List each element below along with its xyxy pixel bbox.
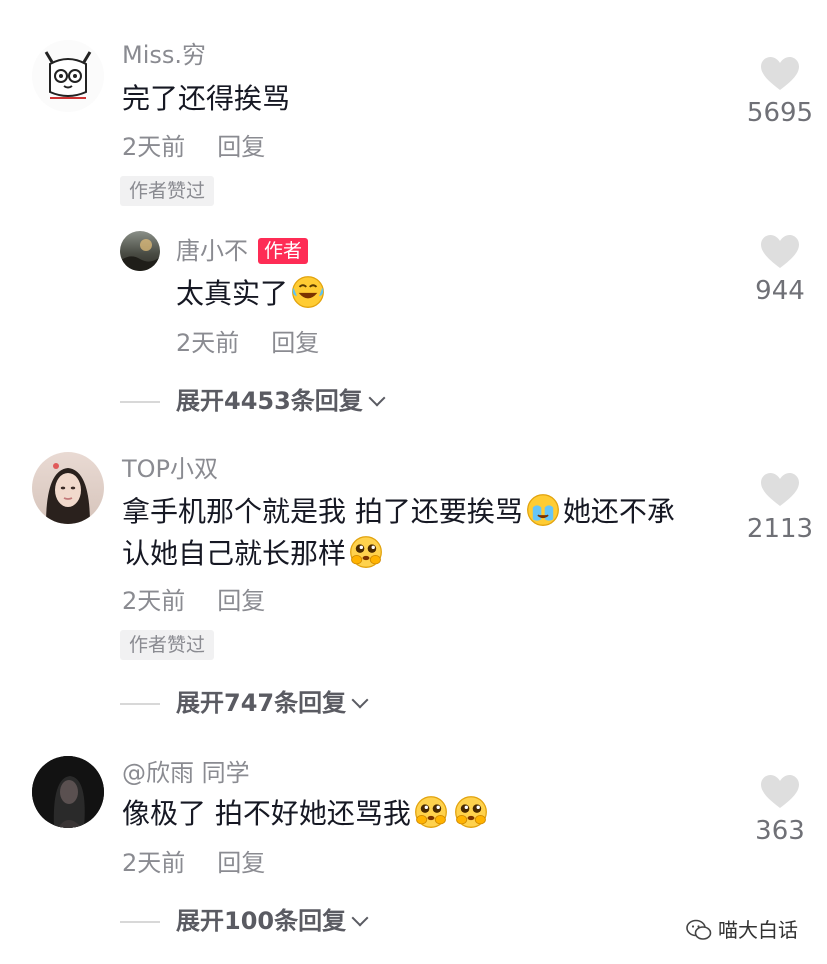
comment-text: 像极了 拍不好她还骂我 bbox=[122, 797, 411, 830]
like-button[interactable]: 5695 bbox=[735, 56, 825, 128]
avatar[interactable] bbox=[32, 452, 104, 524]
laughing-crying-emoji-icon bbox=[291, 275, 325, 309]
comment-text-line: 拿手机那个就是我 拍了还要挨骂 她还不承 bbox=[122, 490, 675, 534]
author-liked-badge: 作者赞过 bbox=[120, 630, 215, 660]
chevron-down-icon bbox=[351, 691, 369, 709]
chevron-down-icon bbox=[351, 909, 369, 927]
pleading-emoji-icon bbox=[454, 795, 488, 829]
avatar[interactable] bbox=[120, 231, 160, 271]
photo-avatar-icon bbox=[46, 463, 90, 524]
like-button[interactable]: 363 bbox=[735, 774, 825, 846]
comment-text: 认她自己就长那样 bbox=[122, 537, 347, 570]
pleading-emoji-icon bbox=[414, 795, 448, 829]
divider bbox=[120, 401, 160, 403]
author-liked-badge: 作者赞过 bbox=[120, 176, 215, 206]
reply-username-row: 唐小不 作者 bbox=[176, 236, 309, 266]
crying-emoji-icon bbox=[526, 493, 560, 527]
watermark-text: 喵大白话 bbox=[718, 918, 798, 942]
photo-avatar-icon bbox=[32, 756, 104, 828]
divider bbox=[120, 921, 160, 923]
wechat-icon bbox=[686, 919, 712, 940]
watermark: 喵大白话 bbox=[686, 914, 798, 943]
like-button[interactable]: 944 bbox=[735, 234, 825, 306]
divider bbox=[120, 703, 160, 705]
chevron-down-icon bbox=[368, 389, 386, 407]
reply-button[interactable]: 回复 bbox=[217, 586, 265, 616]
like-count: 363 bbox=[755, 816, 805, 846]
like-button[interactable]: 2113 bbox=[735, 472, 825, 544]
reply-button[interactable]: 回复 bbox=[271, 328, 319, 358]
comment-text-line: 像极了 拍不好她还骂我 bbox=[122, 792, 491, 836]
avatar[interactable] bbox=[32, 40, 104, 112]
heart-icon[interactable] bbox=[760, 472, 800, 508]
comment-username[interactable]: @欣雨 同学 bbox=[122, 758, 250, 788]
heart-icon[interactable] bbox=[760, 774, 800, 810]
heart-icon[interactable] bbox=[760, 234, 800, 270]
comment-username[interactable]: TOP小双 bbox=[122, 454, 218, 484]
comment-meta: 2天前 回复 bbox=[122, 848, 265, 878]
reply-text-row: 太真实了 bbox=[176, 272, 328, 316]
comment-meta: 2天前 回复 bbox=[122, 132, 265, 162]
comment-username[interactable]: Miss.穷 bbox=[122, 40, 206, 70]
expand-replies-label: 展开747条回复 bbox=[176, 689, 347, 717]
reply-meta: 2天前 回复 bbox=[176, 328, 319, 358]
expand-replies-button[interactable]: 展开100条回复 bbox=[120, 906, 369, 936]
heart-icon[interactable] bbox=[760, 56, 800, 92]
pleading-emoji-icon bbox=[349, 535, 383, 569]
expand-replies-label: 展开100条回复 bbox=[176, 907, 347, 935]
reply-button[interactable]: 回复 bbox=[217, 848, 265, 878]
comment-meta: 2天前 回复 bbox=[122, 586, 265, 616]
expand-replies-button[interactable]: 展开747条回复 bbox=[120, 688, 369, 718]
comment-time: 2天前 bbox=[122, 133, 186, 161]
comment-text: 她还不承 bbox=[562, 495, 675, 528]
like-count: 2113 bbox=[746, 514, 814, 544]
comment-text: 完了还得挨骂 bbox=[122, 82, 291, 115]
reply-text: 太真实了 bbox=[176, 277, 289, 310]
comment-time: 2天前 bbox=[122, 849, 186, 877]
expand-replies-label: 展开4453条回复 bbox=[176, 387, 363, 415]
reply-username[interactable]: 唐小不 bbox=[176, 237, 248, 265]
reply-button[interactable]: 回复 bbox=[217, 132, 265, 162]
comment-time: 2天前 bbox=[122, 587, 186, 615]
photo-avatar-icon bbox=[120, 239, 160, 271]
author-badge: 作者 bbox=[258, 238, 309, 264]
like-count: 944 bbox=[755, 276, 805, 306]
comment-text: 拿手机那个就是我 拍了还要挨骂 bbox=[122, 495, 523, 528]
avatar[interactable] bbox=[32, 756, 104, 828]
cartoon-avatar-icon bbox=[32, 40, 104, 112]
reply-time: 2天前 bbox=[176, 329, 240, 357]
like-count: 5695 bbox=[746, 98, 814, 128]
comment-text-line: 认她自己就长那样 bbox=[122, 532, 386, 576]
expand-replies-button[interactable]: 展开4453条回复 bbox=[120, 386, 386, 416]
